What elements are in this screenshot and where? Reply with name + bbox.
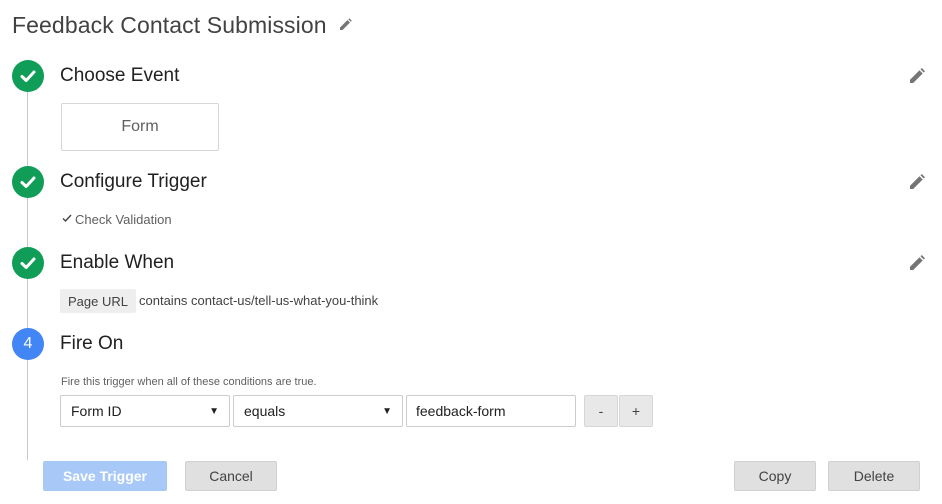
step-title-choose-event: Choose Event (60, 65, 180, 86)
step-complete-check-icon (12, 166, 44, 198)
pencil-icon[interactable] (908, 254, 926, 272)
page-url-chip: Page URL (60, 289, 136, 313)
delete-label: Delete (853, 468, 895, 484)
pencil-icon[interactable] (908, 173, 926, 191)
step-complete-check-icon (12, 60, 44, 92)
operator-select[interactable]: equals ▼ (233, 395, 403, 427)
copy-label: Copy (758, 468, 792, 484)
step-title-configure-trigger: Configure Trigger (60, 171, 207, 192)
enable-when-condition: contains contact-us/tell-us-what-you-thi… (139, 293, 379, 308)
event-type-label: Form (121, 118, 159, 135)
condition-value-input[interactable]: feedback-form (406, 395, 576, 427)
dropdown-arrow-icon: ▼ (209, 405, 219, 417)
variable-select[interactable]: Form ID ▼ (60, 395, 230, 427)
minus-icon: - (598, 403, 604, 419)
cancel-label: Cancel (209, 468, 253, 484)
copy-button[interactable]: Copy (734, 461, 816, 491)
remove-condition-button[interactable]: - (584, 395, 618, 427)
fire-on-hint: Fire this trigger when all of these cond… (61, 376, 317, 388)
save-trigger-button[interactable]: Save Trigger (43, 461, 167, 491)
check-icon (61, 211, 73, 223)
page-title: Feedback Contact Submission (12, 12, 327, 38)
variable-label: Page URL (68, 293, 128, 309)
variable-select-value: Form ID (71, 403, 122, 419)
pencil-icon[interactable] (337, 16, 353, 34)
plus-icon: + (631, 403, 641, 419)
event-type-card[interactable]: Form (61, 103, 219, 151)
operator-select-value: equals (244, 403, 286, 419)
step-number-badge: 4 (12, 328, 44, 360)
delete-button[interactable]: Delete (828, 461, 920, 491)
check-validation-label: Check Validation (75, 212, 172, 227)
step-complete-check-icon (12, 247, 44, 279)
step-title-enable-when: Enable When (60, 252, 175, 273)
cancel-button[interactable]: Cancel (185, 461, 277, 491)
save-trigger-label: Save Trigger (62, 468, 148, 484)
pencil-icon[interactable] (908, 67, 926, 85)
add-condition-button[interactable]: + (619, 395, 653, 427)
step-title-fire-on: Fire On (60, 333, 124, 354)
condition-value-text: feedback-form (416, 403, 506, 419)
dropdown-arrow-icon: ▼ (382, 405, 392, 417)
step-number: 4 (23, 335, 33, 352)
